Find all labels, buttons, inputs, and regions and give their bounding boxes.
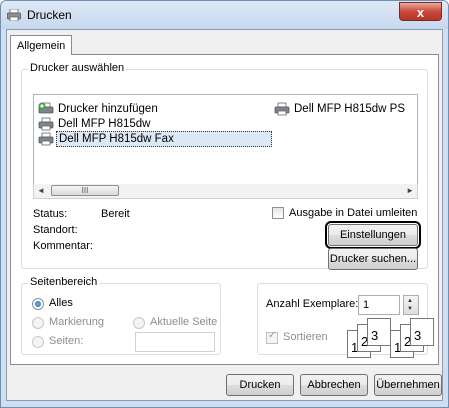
copies-label: Anzahl Exemplare:: [266, 298, 359, 310]
print-to-file-label[interactable]: Ausgabe in Datei umleiten: [289, 207, 417, 219]
print-dialog: Drucken x Allgemein Drucker auswählen Dr…: [0, 0, 449, 408]
tab-panel-allgemein: Drucker auswählen Drucker hinzufügen Del…: [10, 54, 439, 365]
printer-list-scrollbar[interactable]: ◄ III ►: [33, 184, 418, 199]
spin-down-icon[interactable]: ▼: [407, 306, 413, 312]
window-title: Drucken: [27, 8, 72, 22]
copies-spinner[interactable]: ▲ ▼: [403, 295, 419, 315]
printer-list[interactable]: Drucker hinzufügen Dell MFP H815dw PS De…: [33, 94, 418, 186]
comment-label: Kommentar:: [33, 240, 93, 252]
printer-group-label: Drucker auswählen: [28, 62, 127, 74]
collate-checkbox[interactable]: ✓: [266, 330, 278, 344]
radio-all[interactable]: [32, 298, 44, 310]
printer-item-label: Dell MFP H815dw Fax: [56, 131, 272, 147]
print-to-file-checkbox[interactable]: [272, 207, 284, 219]
settings-button[interactable]: Einstellungen: [325, 221, 421, 249]
collate-label[interactable]: Sortieren: [283, 331, 328, 343]
printer-icon: [7, 9, 21, 21]
page-range-label: Seitenbereich: [28, 276, 100, 288]
radio-selection-label[interactable]: Markierung: [49, 316, 104, 328]
tab-allgemein[interactable]: Allgemein: [10, 35, 73, 55]
page-range-group: Seitenbereich Alles Markierung Aktuelle …: [21, 276, 221, 355]
radio-selection[interactable]: [32, 317, 44, 329]
radio-current-page-label[interactable]: Aktuelle Seite: [150, 316, 217, 328]
location-label: Standort:: [33, 224, 78, 236]
collate-page-icon: 3: [367, 318, 391, 346]
spin-up-icon[interactable]: ▲: [407, 298, 413, 304]
close-button[interactable]: x: [399, 2, 442, 21]
copies-input[interactable]: 1: [358, 295, 400, 315]
printer-item-dell-fax[interactable]: Dell MFP H815dw Fax: [38, 131, 272, 147]
printer-item-label: Dell MFP H815dw PS: [294, 103, 405, 115]
printer-icon: [274, 102, 290, 116]
find-printer-button[interactable]: Drucker suchen...: [328, 248, 418, 270]
status-value: Bereit: [101, 208, 130, 220]
check-icon: ✓: [268, 330, 277, 341]
radio-pages[interactable]: [32, 336, 44, 348]
apply-button[interactable]: Übernehmen: [374, 374, 442, 396]
printer-item-label: Drucker hinzufügen: [58, 103, 158, 115]
scroll-left-icon[interactable]: ◄: [37, 186, 45, 195]
printer-selection-group: Drucker auswählen Drucker hinzufügen Del…: [21, 62, 428, 270]
cancel-button[interactable]: Abbrechen: [300, 374, 368, 396]
printer-icon: [38, 117, 54, 131]
copies-group: Anzahl Exemplare: 1 ▲ ▼ ✓ Sortieren 1 2 …: [257, 283, 434, 358]
radio-all-label[interactable]: Alles: [49, 297, 73, 309]
fax-printer-icon: [38, 132, 54, 146]
scroll-right-icon[interactable]: ►: [406, 186, 414, 195]
dialog-body: Allgemein Drucker auswählen Drucker hinz…: [6, 29, 443, 401]
add-printer-icon: [38, 102, 54, 114]
pages-input[interactable]: [135, 332, 215, 352]
radio-pages-label[interactable]: Seiten:: [49, 335, 83, 347]
printer-item-label: Dell MFP H815dw: [58, 118, 151, 130]
radio-current-page[interactable]: [133, 317, 145, 329]
status-label: Status:: [33, 208, 68, 220]
title-bar[interactable]: Drucken x: [1, 1, 448, 29]
scroll-thumb[interactable]: III: [51, 185, 119, 196]
print-button[interactable]: Drucken: [226, 374, 294, 396]
collate-page-icon: 3: [410, 318, 434, 346]
